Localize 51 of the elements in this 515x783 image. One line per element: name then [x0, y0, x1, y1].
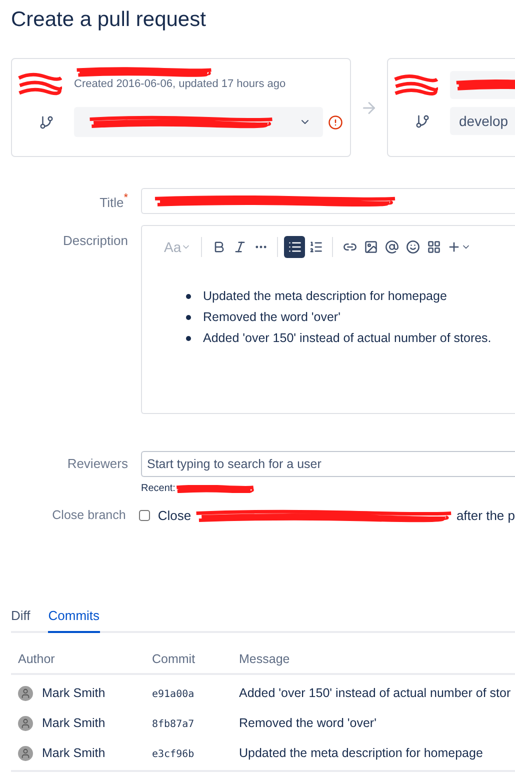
at-sign-icon — [384, 240, 399, 254]
branch-icon — [414, 114, 430, 128]
description-text: Added 'over 150' instead of actual number of stores. — [203, 330, 492, 348]
warning-icon — [328, 114, 343, 130]
branch-icon — [38, 114, 54, 130]
image-icon — [364, 240, 378, 254]
tab[interactable]: Diff — [11, 606, 30, 633]
bullet-list-button[interactable] — [284, 236, 306, 258]
author-name: Mark Smith — [42, 684, 106, 702]
italic-icon — [232, 240, 247, 254]
commit-hash[interactable]: 8fb87a7 — [152, 719, 194, 730]
bullet-icon — [186, 294, 191, 299]
required-mark: * — [124, 193, 128, 203]
avatar-icon — [18, 746, 33, 760]
commit-hash[interactable]: e3cf96b — [152, 749, 194, 760]
column-header: Message — [239, 652, 290, 666]
bullet-icon — [186, 315, 191, 320]
recent-label: Recent: — [141, 482, 176, 496]
column-header: Commit — [152, 652, 196, 666]
reviewers-label: Reviewers — [67, 455, 128, 474]
commit-message: Updated the meta description for homepage — [239, 744, 483, 762]
source-branch-select[interactable] — [74, 107, 323, 137]
avatar-icon — [18, 686, 33, 700]
target-branch-select[interactable]: develop — [450, 107, 515, 135]
column-header: Author — [18, 652, 55, 666]
description-label: Description — [62, 232, 128, 250]
page-title: Create a pull request — [10, 7, 206, 33]
author-name: Mark Smith — [42, 714, 106, 732]
commit-message: Added 'over 150' instead of actual number of stor — [239, 684, 511, 702]
title-field[interactable] — [141, 188, 515, 214]
tab[interactable]: Commits — [48, 606, 100, 633]
bullet-icon — [186, 336, 191, 341]
numbered-list-icon — [308, 240, 323, 254]
reviewers-field[interactable]: Start typing to search for a user — [141, 451, 515, 477]
created-info: Created 2016-06-06, updated 17 hours ago — [74, 77, 286, 91]
plus-icon — [447, 240, 462, 254]
description-editor[interactable]: Aa Updated the meta description for homepage Removed the word 'over' Added 'over 150' instead of actual number of stores. — [141, 225, 515, 414]
close-branch-label: Close branch — [52, 507, 126, 524]
close-branch-checkbox[interactable] — [138, 510, 150, 522]
bullet-list-icon — [288, 240, 302, 254]
commit-hash[interactable]: e91a00a — [152, 689, 194, 700]
description-text: Updated the meta description for homepage — [203, 288, 447, 306]
avatar-icon — [18, 716, 33, 730]
description-text: Removed the word 'over' — [203, 309, 340, 326]
title-label: Title — [100, 194, 124, 212]
smiley-icon — [406, 240, 420, 254]
close-branch-text: after the p — [456, 507, 515, 525]
close-branch-text: Close — [158, 507, 192, 525]
commit-message: Removed the word 'over' — [239, 714, 376, 732]
grid-icon — [426, 240, 441, 254]
author-name: Mark Smith — [42, 744, 106, 762]
